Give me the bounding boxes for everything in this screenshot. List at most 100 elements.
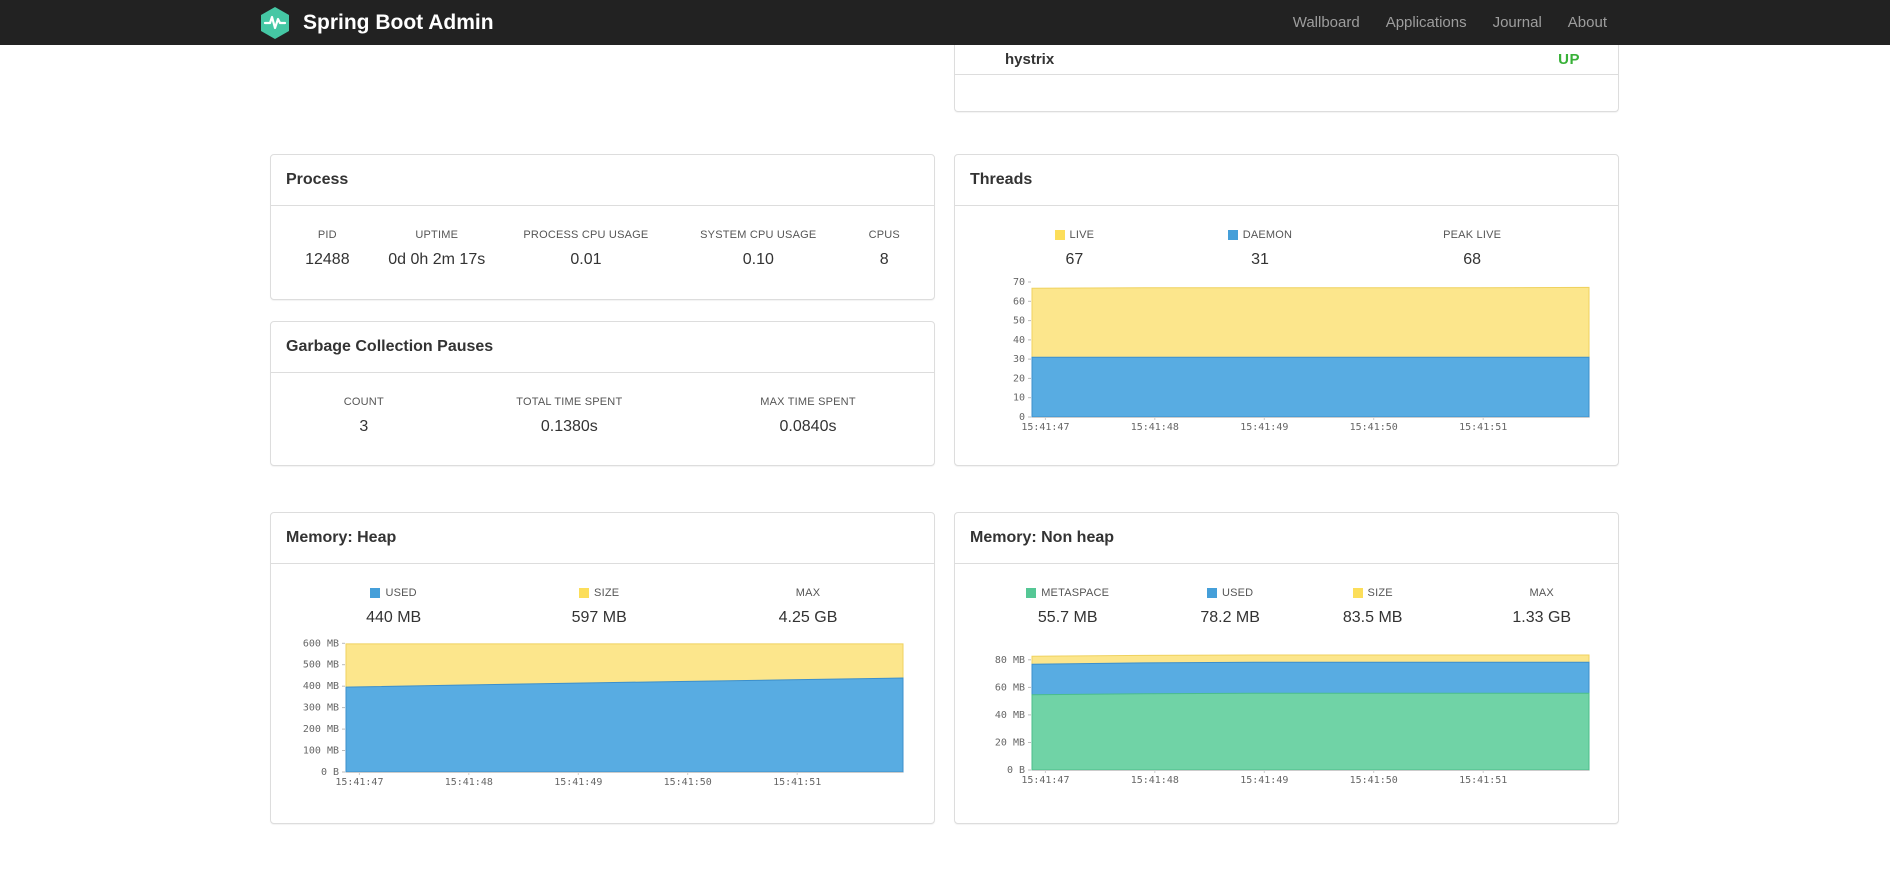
x-axis-label: 15:41:47 [1021,775,1069,786]
y-axis-label: 0 B [321,767,339,778]
heap-panel-heading: Memory: Heap [271,513,934,564]
nav-link-journal[interactable]: Journal [1480,14,1555,31]
process-panel: Process PID 12488 UPTIME 0d 0h 2m 17s PR… [270,154,935,300]
heap-legend: USED 440 MB SIZE 597 MB MAX 4.25 GB [271,564,934,627]
process-metrics: PID 12488 UPTIME 0d 0h 2m 17s PROCESS CP… [271,206,934,269]
metric-label: CPUS [868,229,900,241]
x-axis-label: 15:41:51 [1459,422,1507,433]
gc-panel: Garbage Collection Pauses COUNT 3 TOTAL … [270,321,935,466]
legend-item-daemon: DAEMON 31 [1194,229,1327,269]
y-axis-label: 100 MB [303,746,339,757]
legend-item-size: SIZE 597 MB [516,587,682,627]
threads-legend: LIVE 67 DAEMON 31 PEAK LIVE 68 [955,206,1618,269]
y-axis-label: 30 [1013,354,1025,365]
application-name[interactable]: hystrix [1005,51,1054,68]
nonheap-legend: METASPACE 55.7 MB USED 78.2 MB SIZE 83.5… [955,564,1618,627]
x-axis-label: 15:41:49 [1240,775,1288,786]
nonheap-panel-title: Memory: Non heap [970,529,1115,546]
process-panel-heading: Process [271,155,934,206]
metric-value: 0.1380s [540,418,598,435]
area-series-live [1031,286,1590,418]
metric-cpus: CPUS 8 [835,229,934,269]
legend-item-peak-live: PEAK LIVE 68 [1326,229,1618,269]
y-axis-label: 10 [1013,393,1025,404]
y-axis-label: 0 B [1007,765,1025,776]
legend-item-metaspace: METASPACE 55.7 MB [955,587,1180,627]
application-status-panel: hystrix UP [954,45,1619,112]
legend-label: METASPACE [1041,587,1110,599]
spring-boot-admin-page: Spring Boot Admin Wallboard Applications… [0,0,1890,892]
y-axis-label: 40 [1013,335,1025,346]
metric-label: PROCESS CPU USAGE [523,229,649,241]
metric-label: UPTIME [415,229,459,241]
legend-value: 440 MB [366,609,422,626]
legend-label: MAX [1529,587,1554,599]
legend-label: MAX [795,587,821,599]
area-series-used [1031,661,1590,771]
metric-value: 0.01 [570,251,602,268]
x-axis-label: 15:41:50 [1350,775,1398,786]
nonheap-panel-heading: Memory: Non heap [955,513,1618,564]
y-axis-label: 60 [1013,296,1025,307]
heap-panel: Memory: Heap USED 440 MB SIZE 597 MB MAX [270,512,935,824]
legend-swatch [1054,230,1065,240]
nav-link-applications[interactable]: Applications [1373,14,1480,31]
navbar: Spring Boot Admin Wallboard Applications… [0,0,1890,45]
legend-item-live: LIVE 67 [955,229,1194,269]
x-axis-label: 15:41:47 [335,777,383,788]
legend-label: SIZE [594,587,620,599]
metric-label: MAX TIME SPENT [760,396,856,408]
area-series-metaspace [1031,692,1590,771]
x-axis-label: 15:41:50 [1350,422,1398,433]
legend-label: LIVE [1069,229,1095,241]
y-axis-label: 80 MB [995,655,1025,666]
spring-boot-admin-logo-icon [258,6,292,40]
gc-panel-heading: Garbage Collection Pauses [271,322,934,373]
legend-value: 83.5 MB [1342,609,1403,626]
metric-label: SYSTEM CPU USAGE [700,229,817,241]
x-axis-label: 15:41:51 [773,777,821,788]
threads-panel: Threads LIVE 67 DAEMON 31 PEAK LIVE 68 0… [954,154,1619,466]
metric-value: 0.0840s [779,418,837,435]
legend-item-used: USED 78.2 MB [1180,587,1279,627]
heap-panel-title: Memory: Heap [286,529,397,546]
threads-panel-heading: Threads [955,155,1618,206]
legend-swatch [1206,588,1217,598]
x-axis-label: 15:41:49 [1240,422,1288,433]
brand[interactable]: Spring Boot Admin [258,5,494,40]
y-axis-label: 200 MB [303,724,339,735]
y-axis-label: 0 [1019,412,1025,423]
nav-link-wallboard[interactable]: Wallboard [1280,14,1373,31]
metric-value: 0.10 [742,251,774,268]
y-axis-label: 20 [1013,373,1025,384]
area-series-size [345,643,904,773]
application-row[interactable]: hystrix UP [955,45,1618,75]
status-badge: UP [1558,51,1580,68]
legend-swatch [370,588,381,598]
area-series-used [345,677,904,773]
metric-gc-max-time: MAX TIME SPENT 0.0840s [682,396,934,436]
legend-value: 78.2 MB [1200,609,1260,626]
metric-process-cpu-usage: PROCESS CPU USAGE 0.01 [490,229,682,269]
x-axis-label: 15:41:49 [554,777,602,788]
y-axis-label: 400 MB [303,681,339,692]
gc-metrics: COUNT 3 TOTAL TIME SPENT 0.1380s MAX TIM… [271,373,934,436]
legend-item-used: USED 440 MB [271,587,516,627]
metric-pid: PID 12488 [271,229,384,269]
metric-label: TOTAL TIME SPENT [516,396,623,408]
process-panel-title: Process [286,171,349,188]
nav-link-about[interactable]: About [1555,14,1620,31]
legend-value: 31 [1251,251,1269,268]
metric-label: PID [317,229,337,241]
y-axis-label: 60 MB [995,682,1025,693]
gc-panel-title: Garbage Collection Pauses [286,338,494,355]
legend-value: 4.25 GB [778,609,838,626]
nav-links: Wallboard Applications Journal About [1280,0,1620,45]
metric-label: COUNT [343,396,384,408]
legend-item-max: MAX 1.33 GB [1465,587,1617,627]
brand-title: Spring Boot Admin [303,10,494,34]
x-axis-label: 15:41:48 [1131,422,1179,433]
x-axis-label: 15:41:48 [445,777,493,788]
x-axis-label: 15:41:51 [1459,775,1507,786]
nonheap-panel: Memory: Non heap METASPACE 55.7 MB USED … [954,512,1619,824]
